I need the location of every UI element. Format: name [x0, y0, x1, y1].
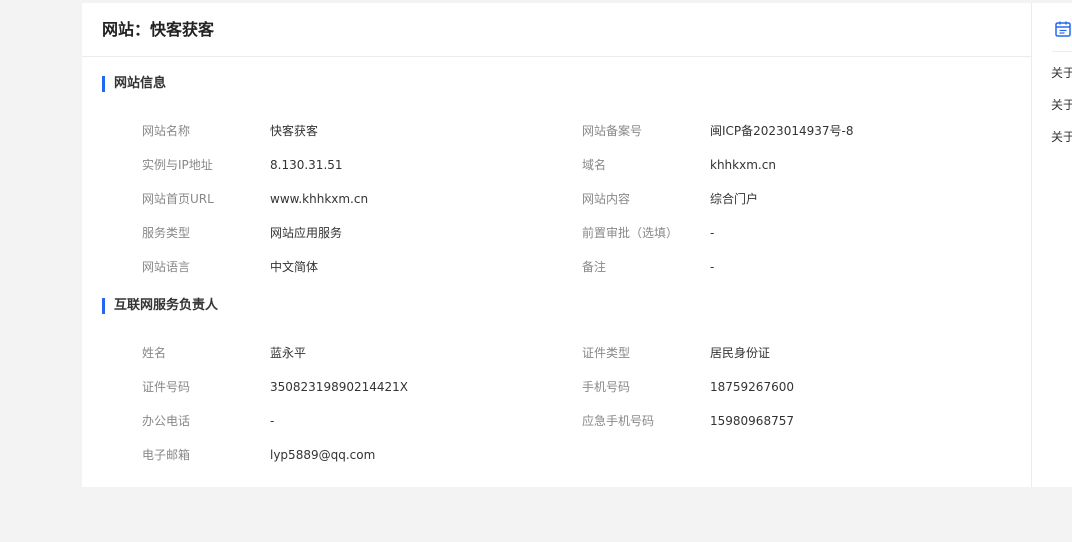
label-id-number: 证件号码 [142, 380, 191, 394]
side-link-about-3[interactable]: 关于 [1051, 129, 1072, 145]
value-service-type: 网站应用服务 [270, 226, 343, 240]
value-homepage-url: www.khhkxm.cn [270, 192, 369, 206]
label-domain: 域名 [582, 158, 607, 172]
side-divider [1052, 51, 1072, 52]
value-domain: khhkxm.cn [710, 158, 776, 172]
page-title: 网站：快客获客 [102, 20, 215, 39]
label-website-content: 网站内容 [582, 192, 631, 206]
value-office-phone: - [270, 414, 275, 428]
label-mobile: 手机号码 [582, 380, 631, 394]
calendar-icon[interactable] [1054, 20, 1072, 38]
section-title-website-info: 网站信息 [102, 76, 166, 92]
label-service-type: 服务类型 [142, 226, 191, 240]
value-icp-number: 闽ICP备2023014937号-8 [710, 124, 854, 138]
value-email: lyp5889@qq.com [270, 448, 376, 462]
label-homepage-url: 网站首页URL [142, 192, 214, 206]
website-detail-card: 网站：快客获客 网站信息 网站名称 快客获客 网站备案号 闽ICP备202301… [82, 3, 1031, 487]
section-title-responsible-person: 互联网服务负责人 [102, 298, 218, 314]
label-pre-approval: 前置审批（选填） [582, 226, 679, 240]
value-website-content: 综合门户 [710, 192, 759, 206]
value-website-language: 中文简体 [270, 260, 319, 274]
value-mobile: 18759267600 [710, 380, 794, 394]
side-link-about-2[interactable]: 关于 [1051, 97, 1072, 113]
label-emergency-mobile: 应急手机号码 [582, 414, 655, 428]
side-panel: 关于 关于 关于 [1031, 3, 1072, 487]
value-pre-approval: - [710, 226, 715, 240]
label-website-language: 网站语言 [142, 260, 191, 274]
label-website-name: 网站名称 [142, 124, 191, 138]
value-id-type: 居民身份证 [710, 346, 771, 360]
side-link-about-1[interactable]: 关于 [1051, 65, 1072, 81]
value-person-name: 蓝永平 [270, 346, 307, 360]
value-website-name: 快客获客 [270, 124, 319, 138]
value-instance-ip: 8.130.31.51 [270, 158, 343, 172]
value-remarks: - [710, 260, 715, 274]
label-email: 电子邮箱 [142, 448, 191, 462]
label-office-phone: 办公电话 [142, 414, 191, 428]
label-id-type: 证件类型 [582, 346, 631, 360]
label-person-name: 姓名 [142, 346, 167, 360]
label-remarks: 备注 [582, 260, 607, 274]
card-header: 网站：快客获客 [82, 3, 1031, 57]
value-emergency-mobile: 15980968757 [710, 414, 794, 428]
label-instance-ip: 实例与IP地址 [142, 158, 213, 172]
value-id-number: 35082319890214421X [270, 380, 409, 394]
label-icp-number: 网站备案号 [582, 124, 643, 138]
